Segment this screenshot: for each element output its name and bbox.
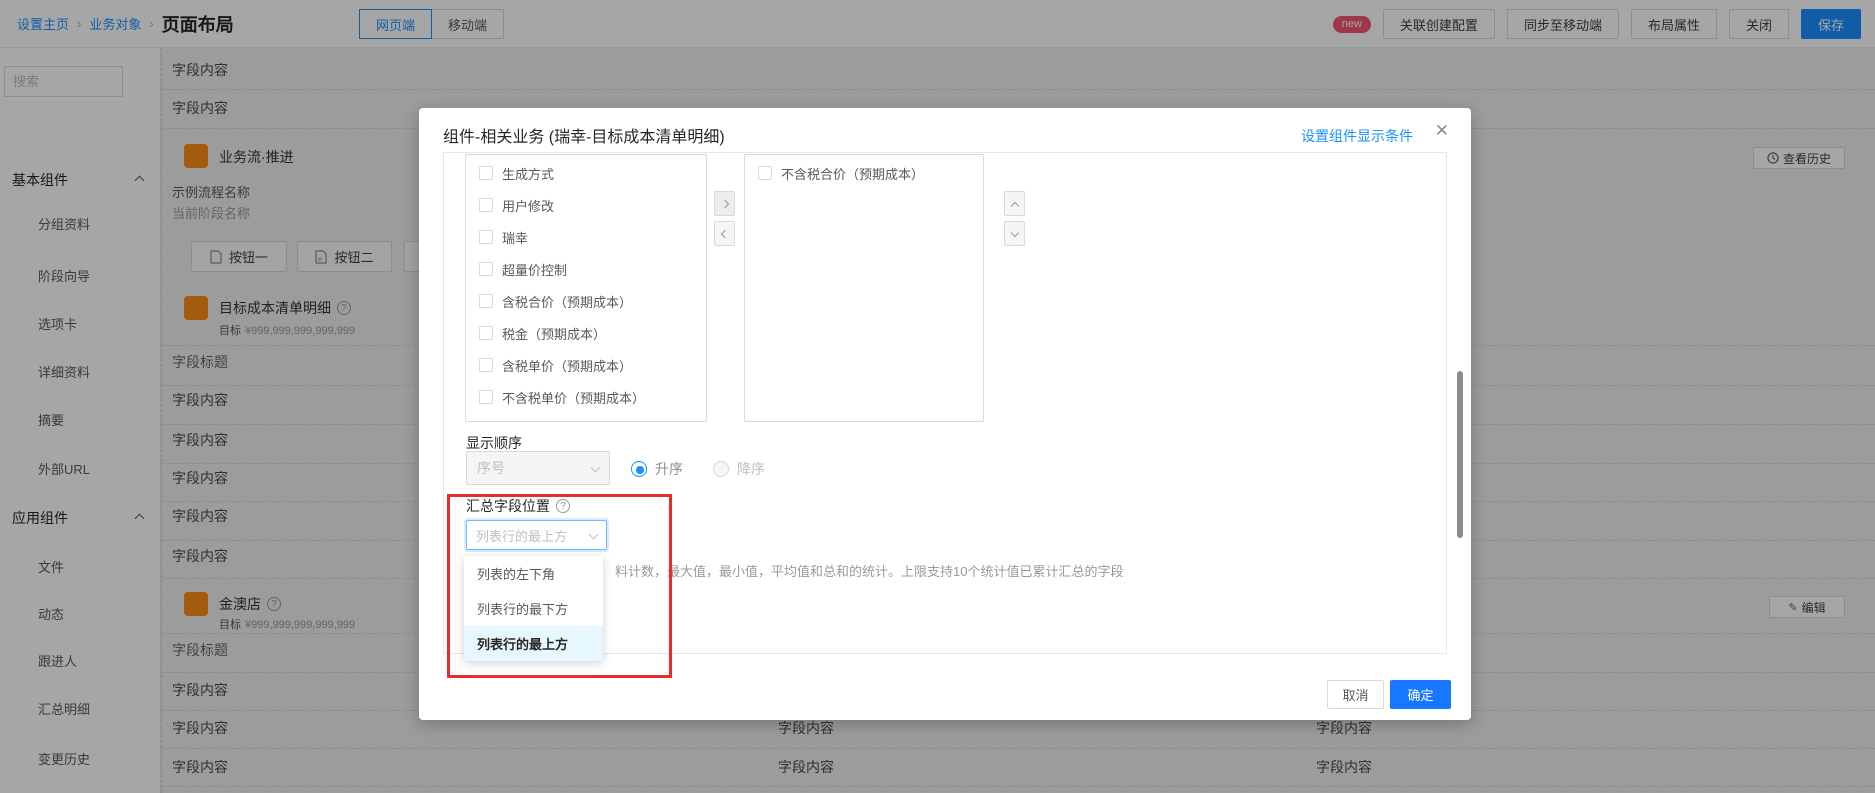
sort-direction-radios: 升序 降序 bbox=[631, 459, 787, 479]
field-option-row[interactable]: 不含税合价（预期成本） bbox=[745, 157, 983, 189]
chevron-down-icon bbox=[591, 462, 601, 472]
field-option-label: 生成方式 bbox=[502, 164, 554, 183]
field-option-label: 数量（预期成本） bbox=[502, 420, 606, 423]
field-option-row[interactable]: 数量（预期成本） bbox=[466, 413, 706, 422]
confirm-button[interactable]: 确定 bbox=[1390, 680, 1451, 709]
field-option-label: 超量价控制 bbox=[502, 260, 567, 279]
page: 设置主页 › 业务对象 › 页面布局 网页端 移动端 new 关联创建配置 同步… bbox=[0, 0, 1875, 793]
dialog-title: 组件-相关业务 (瑞幸-目标成本清单明细) bbox=[443, 123, 725, 147]
checkbox-icon[interactable] bbox=[479, 390, 493, 404]
move-right-button[interactable] bbox=[714, 191, 735, 216]
cancel-button[interactable]: 取消 bbox=[1327, 680, 1384, 709]
ascending-radio[interactable] bbox=[631, 461, 647, 477]
dropdown-option[interactable]: 列表的左下角 bbox=[464, 556, 603, 591]
field-option-row[interactable]: 含税单价（预期成本） bbox=[466, 349, 706, 381]
move-left-button[interactable] bbox=[714, 221, 735, 246]
summary-position-select[interactable]: 列表行的最上方 bbox=[466, 520, 607, 550]
checkbox-icon[interactable] bbox=[479, 326, 493, 340]
field-option-row[interactable]: 超量价控制 bbox=[466, 253, 706, 285]
field-option-label: 含税合价（预期成本） bbox=[502, 292, 632, 311]
selected-fields-list[interactable]: 不含税合价（预期成本） bbox=[744, 154, 984, 422]
move-down-button[interactable] bbox=[1004, 221, 1025, 246]
field-option-row[interactable]: 不含税单价（预期成本） bbox=[466, 381, 706, 413]
scrollbar-thumb[interactable] bbox=[1457, 371, 1463, 538]
question-icon[interactable] bbox=[556, 499, 570, 513]
field-option-row[interactable]: 生成方式 bbox=[466, 157, 706, 189]
field-option-label: 含税单价（预期成本） bbox=[502, 356, 632, 375]
summary-field-position-label: 汇总字段位置 bbox=[466, 496, 570, 516]
field-option-label: 不含税合价（预期成本） bbox=[781, 164, 924, 183]
checkbox-icon[interactable] bbox=[479, 198, 493, 212]
checkbox-icon[interactable] bbox=[479, 166, 493, 180]
checkbox-icon[interactable] bbox=[479, 230, 493, 244]
field-option-label: 税金（预期成本） bbox=[502, 324, 606, 343]
checkbox-icon[interactable] bbox=[479, 358, 493, 372]
field-option-row[interactable]: 税金（预期成本） bbox=[466, 317, 706, 349]
checkbox-icon[interactable] bbox=[479, 294, 493, 308]
summary-position-dropdown: 列表的左下角 列表行的最下方 列表行的最上方 bbox=[464, 556, 603, 661]
checkbox-icon[interactable] bbox=[758, 166, 772, 180]
chevron-down-icon bbox=[589, 529, 599, 539]
dropdown-option[interactable]: 列表行的最下方 bbox=[464, 591, 603, 626]
field-option-label: 用户修改 bbox=[502, 196, 554, 215]
descending-label: 降序 bbox=[737, 459, 765, 479]
related-business-component-dialog: 组件-相关业务 (瑞幸-目标成本清单明细) 设置组件显示条件 生成方式 用户修改… bbox=[419, 108, 1471, 720]
field-option-label: 不含税单价（预期成本） bbox=[502, 388, 645, 407]
checkbox-icon[interactable] bbox=[479, 262, 493, 276]
field-option-row[interactable]: 用户修改 bbox=[466, 189, 706, 221]
descending-radio[interactable] bbox=[713, 461, 729, 477]
ascending-label: 升序 bbox=[655, 459, 683, 479]
available-fields-list[interactable]: 生成方式 用户修改 瑞幸 超量价控制 bbox=[465, 154, 707, 422]
display-order-label: 显示顺序 bbox=[466, 433, 522, 453]
set-display-condition-link[interactable]: 设置组件显示条件 bbox=[1301, 126, 1413, 146]
field-option-row[interactable]: 含税合价（预期成本） bbox=[466, 285, 706, 317]
dropdown-option-selected[interactable]: 列表行的最上方 bbox=[464, 626, 603, 661]
move-up-button[interactable] bbox=[1004, 191, 1025, 216]
order-field-select[interactable]: 序号 bbox=[466, 451, 610, 485]
field-option-label: 瑞幸 bbox=[502, 228, 528, 247]
close-icon[interactable] bbox=[1435, 121, 1449, 141]
stats-hint-text: 料计数，最大值，最小值，平均值和总和的统计。上限支持10个统计值已累计汇总的字段 bbox=[615, 561, 1175, 580]
field-option-row[interactable]: 瑞幸 bbox=[466, 221, 706, 253]
